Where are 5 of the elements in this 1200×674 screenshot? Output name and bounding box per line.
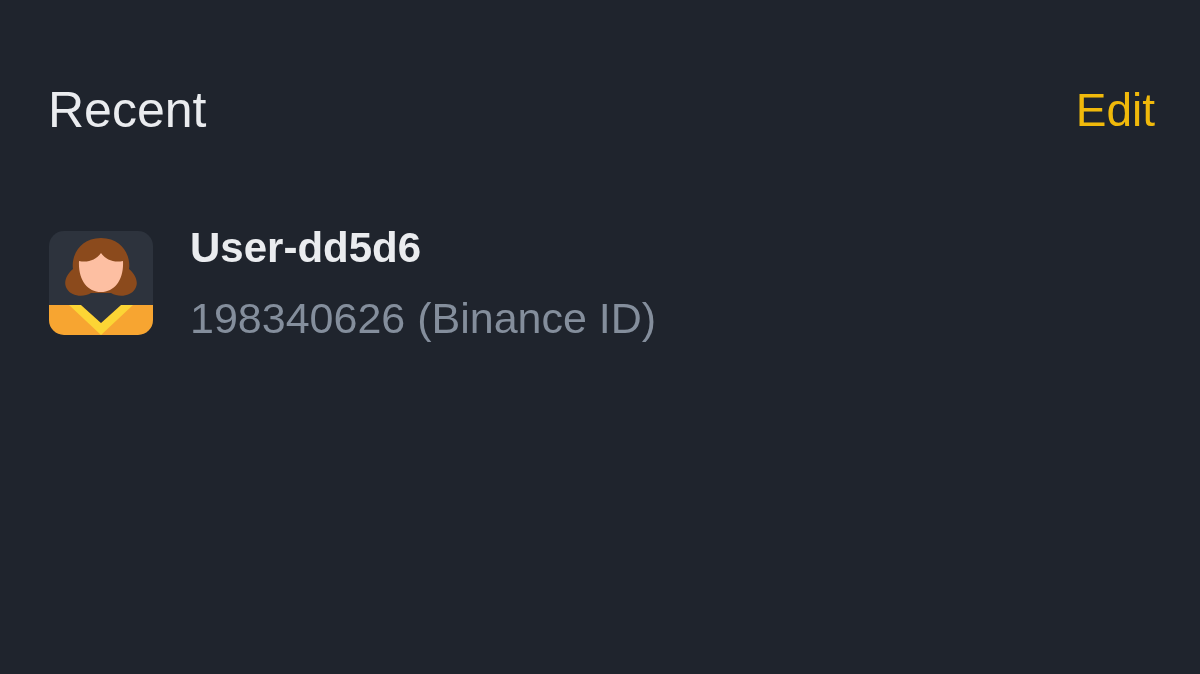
- contact-name[interactable]: User-dd5d6: [190, 223, 422, 273]
- person-avatar-icon: [49, 231, 153, 335]
- edit-link[interactable]: Edit: [1075, 80, 1155, 140]
- contact-id: 198340626 (Binance ID): [190, 293, 657, 343]
- section-title: Recent: [48, 81, 207, 140]
